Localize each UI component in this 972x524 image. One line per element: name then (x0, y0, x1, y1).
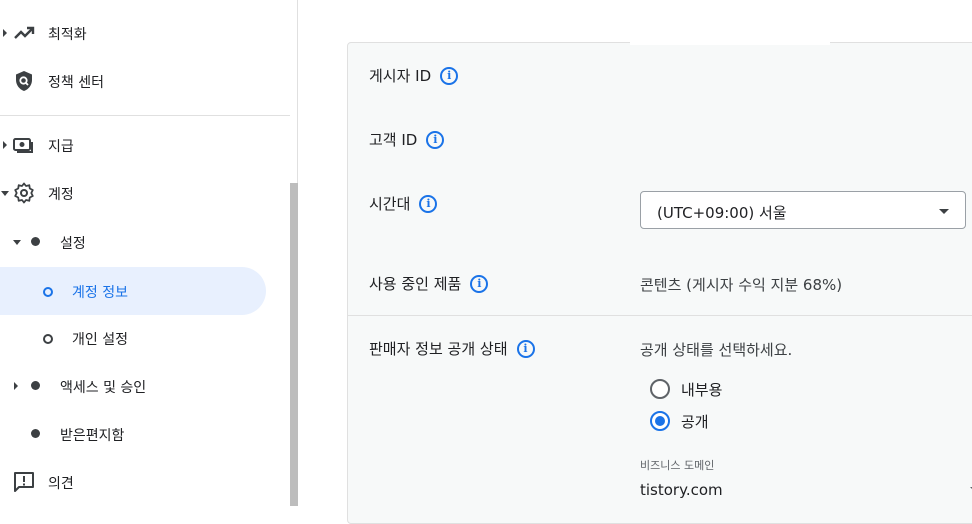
collapse-caret-icon[interactable] (13, 240, 21, 245)
radio-public-label[interactable]: 공개 (681, 411, 709, 432)
card-gap (630, 41, 830, 45)
nav-label: 받은편지함 (60, 428, 125, 444)
radio-public[interactable] (650, 411, 670, 431)
seller-status-row: 판매자 정보 공개 상태 i (369, 338, 535, 359)
account-info-card: 게시자 ID i 고객 ID i 시간대 i (UTC+09:00) 서울 사용… (347, 41, 972, 524)
info-icon[interactable]: i (440, 66, 459, 85)
nav-label: 최적화 (48, 27, 87, 43)
nav-item-access-approval[interactable]: 액세스 및 승인 (0, 362, 290, 410)
products-value: 콘텐츠 (게시자 수익 지분 68%) (640, 276, 843, 294)
business-domain-value[interactable]: tistory.com (640, 481, 723, 499)
bullet-ring-icon (43, 334, 53, 344)
expand-caret-icon[interactable] (3, 141, 7, 149)
customer-id-label: 고객 ID (369, 131, 418, 149)
customer-id-row: 고객 ID i (369, 129, 445, 150)
timezone-row: 시간대 i (369, 193, 438, 214)
radio-internal-label[interactable]: 내부용 (681, 379, 722, 400)
products-row: 사용 중인 제품 i (369, 273, 489, 294)
nav-label: 설정 (60, 236, 86, 252)
nav-item-settings[interactable]: 설정 (0, 218, 290, 266)
seller-status-prompt: 공개 상태를 선택하세요. (640, 341, 793, 359)
gear-icon (14, 182, 34, 204)
nav-label: 계정 정보 (72, 285, 128, 301)
bullet-ring-icon (43, 287, 53, 297)
info-icon[interactable]: i (516, 339, 535, 358)
collapse-caret-icon[interactable] (1, 191, 9, 196)
expand-caret-icon[interactable] (3, 29, 7, 37)
publisher-id-row: 게시자 ID i (369, 65, 459, 86)
row-divider (348, 315, 972, 316)
radio-internal[interactable] (650, 379, 670, 399)
info-icon[interactable]: i (470, 274, 489, 293)
expand-caret-icon[interactable] (14, 382, 18, 390)
trending-up-icon (14, 26, 35, 39)
nav-label: 정책 센터 (48, 75, 104, 91)
nav-item-feedback[interactable]: 의견 (0, 458, 290, 506)
timezone-value: (UTC+09:00) 서울 (657, 204, 787, 222)
nav-item-payments[interactable]: 지급 (0, 121, 290, 169)
dropdown-arrow-icon (939, 209, 949, 214)
info-icon[interactable]: i (419, 194, 438, 213)
info-icon[interactable]: i (426, 130, 445, 149)
business-domain-label: 비즈니스 도메인 (640, 459, 715, 472)
timezone-label: 시간대 (369, 195, 411, 213)
nav-item-personal-settings[interactable]: 개인 설정 (0, 314, 290, 362)
bullet-dot-icon (31, 429, 40, 438)
timezone-select[interactable]: (UTC+09:00) 서울 (640, 191, 966, 229)
nav-item-optimization[interactable]: 최적화 (0, 9, 290, 57)
sidebar-nav: 최적화 정책 센터 지급 계정 설정 계정 정보 개인 설정 액세스 및 승인 … (0, 0, 298, 506)
publisher-id-label: 게시자 ID (369, 67, 432, 85)
payments-icon (13, 138, 33, 153)
sidebar-divider (0, 115, 290, 116)
bullet-dot-icon (31, 381, 40, 390)
nav-label: 의견 (48, 476, 74, 492)
bullet-dot-icon (31, 237, 40, 246)
feedback-icon (14, 472, 34, 492)
nav-label: 개인 설정 (72, 332, 128, 348)
sidebar-scrollbar[interactable] (290, 183, 298, 506)
main-content: 게시자 ID i 고객 ID i 시간대 i (UTC+09:00) 서울 사용… (299, 0, 972, 524)
seller-status-label: 판매자 정보 공개 상태 (369, 340, 508, 358)
nav-item-account-info[interactable]: 계정 정보 (0, 267, 266, 315)
nav-item-account[interactable]: 계정 (0, 169, 290, 217)
nav-label: 지급 (48, 139, 74, 155)
nav-item-inbox[interactable]: 받은편지함 (0, 410, 290, 458)
nav-item-policy-center[interactable]: 정책 센터 (0, 57, 290, 105)
nav-label: 계정 (48, 187, 74, 203)
policy-shield-icon (16, 71, 32, 91)
products-label: 사용 중인 제품 (369, 275, 462, 293)
nav-label: 액세스 및 승인 (60, 380, 147, 396)
